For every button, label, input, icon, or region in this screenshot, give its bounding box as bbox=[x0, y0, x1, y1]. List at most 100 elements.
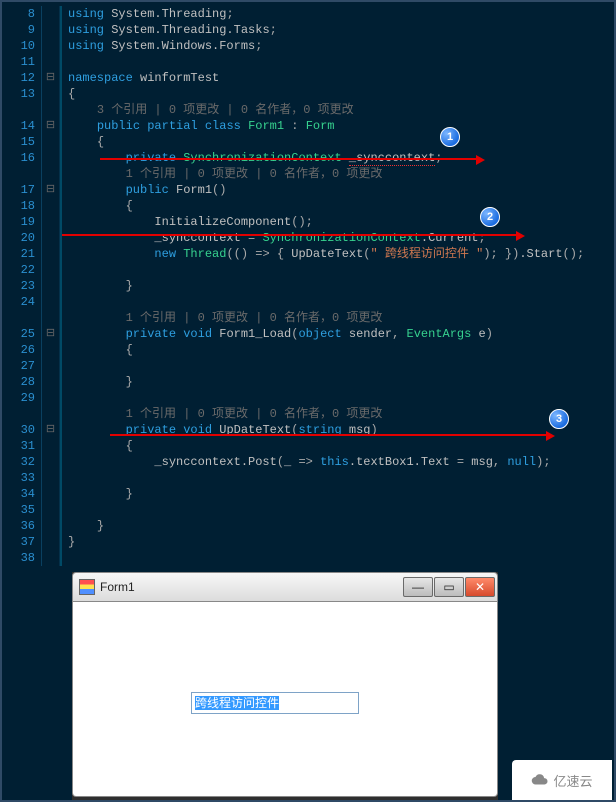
fold-gutter bbox=[42, 470, 60, 486]
line-number bbox=[2, 166, 42, 182]
line-number: 14 bbox=[2, 118, 42, 134]
code-editor: 8 using System.Threading; 9 using System.Th… bbox=[2, 2, 614, 566]
fold-gutter bbox=[42, 454, 60, 470]
fold-gutter bbox=[42, 342, 60, 358]
fold-gutter[interactable]: ⊟ bbox=[42, 326, 60, 342]
code-line[interactable] bbox=[60, 294, 614, 310]
line-number: 17 bbox=[2, 182, 42, 198]
line-number: 22 bbox=[2, 262, 42, 278]
fold-gutter bbox=[42, 486, 60, 502]
line-number: 9 bbox=[2, 22, 42, 38]
code-line[interactable]: using System.Windows.Forms; bbox=[60, 38, 614, 54]
fold-gutter bbox=[42, 134, 60, 150]
fold-gutter bbox=[42, 550, 60, 566]
fold-gutter bbox=[42, 246, 60, 262]
code-line[interactable] bbox=[60, 550, 614, 566]
code-line[interactable] bbox=[60, 358, 614, 374]
line-number: 23 bbox=[2, 278, 42, 294]
fold-gutter bbox=[42, 310, 60, 326]
annotation-arrow-2 bbox=[62, 234, 516, 236]
maximize-button[interactable]: ▭ bbox=[434, 577, 464, 597]
line-number bbox=[2, 406, 42, 422]
line-number: 29 bbox=[2, 390, 42, 406]
code-line[interactable]: 1 个引用 | 0 项更改 | 0 名作者，0 项更改 bbox=[60, 166, 614, 182]
fold-gutter[interactable]: ⊟ bbox=[42, 182, 60, 198]
textbox1-value: 跨线程访问控件 bbox=[195, 696, 279, 710]
fold-gutter[interactable]: ⊟ bbox=[42, 118, 60, 134]
fold-gutter bbox=[42, 390, 60, 406]
line-number bbox=[2, 310, 42, 326]
annotation-badge-1: 1 bbox=[440, 127, 460, 147]
code-line[interactable]: private void Form1_Load(object sender, E… bbox=[60, 326, 614, 342]
close-button[interactable]: ✕ bbox=[465, 577, 495, 597]
fold-gutter bbox=[42, 198, 60, 214]
fold-gutter bbox=[42, 358, 60, 374]
winform-titlebar[interactable]: Form1 — ▭ ✕ bbox=[72, 572, 498, 602]
code-line[interactable] bbox=[60, 54, 614, 70]
fold-gutter bbox=[42, 86, 60, 102]
fold-gutter bbox=[42, 262, 60, 278]
code-line[interactable]: using System.Threading; bbox=[60, 6, 614, 22]
fold-gutter bbox=[42, 54, 60, 70]
code-line[interactable]: 3 个引用 | 0 项更改 | 0 名作者，0 项更改 bbox=[60, 102, 614, 118]
code-line[interactable]: } bbox=[60, 534, 614, 550]
line-number: 15 bbox=[2, 134, 42, 150]
fold-gutter[interactable]: ⊟ bbox=[42, 422, 60, 438]
line-number: 35 bbox=[2, 502, 42, 518]
code-line[interactable]: } bbox=[60, 278, 614, 294]
line-number: 20 bbox=[2, 230, 42, 246]
fold-gutter[interactable]: ⊟ bbox=[42, 70, 60, 86]
line-number: 34 bbox=[2, 486, 42, 502]
fold-gutter bbox=[42, 294, 60, 310]
code-line[interactable]: new Thread(() => { UpDateText(" 跨线程访问控件 … bbox=[60, 246, 614, 262]
fold-gutter bbox=[42, 518, 60, 534]
line-number: 8 bbox=[2, 6, 42, 22]
line-number: 13 bbox=[2, 86, 42, 102]
code-line[interactable]: } bbox=[60, 486, 614, 502]
cloud-icon bbox=[531, 771, 549, 789]
line-number: 32 bbox=[2, 454, 42, 470]
annotation-badge-2: 2 bbox=[480, 207, 500, 227]
line-number: 24 bbox=[2, 294, 42, 310]
fold-gutter bbox=[42, 6, 60, 22]
line-number: 26 bbox=[2, 342, 42, 358]
code-line[interactable]: public partial class Form1 : Form bbox=[60, 118, 614, 134]
watermark: 亿速云 bbox=[512, 760, 612, 800]
code-line[interactable]: _synccontext.Post(_ => this.textBox1.Tex… bbox=[60, 454, 614, 470]
fold-gutter bbox=[42, 150, 60, 166]
fold-gutter bbox=[42, 230, 60, 246]
code-line[interactable]: { bbox=[60, 198, 614, 214]
minimize-button[interactable]: — bbox=[403, 577, 433, 597]
fold-gutter bbox=[42, 438, 60, 454]
code-line[interactable] bbox=[60, 262, 614, 278]
winform-window: Form1 — ▭ ✕ 跨线程访问控件 bbox=[72, 572, 498, 800]
fold-gutter bbox=[42, 166, 60, 182]
line-number: 37 bbox=[2, 534, 42, 550]
line-number: 10 bbox=[2, 38, 42, 54]
code-line[interactable]: { bbox=[60, 342, 614, 358]
textbox1[interactable]: 跨线程访问控件 bbox=[191, 692, 359, 714]
line-number: 11 bbox=[2, 54, 42, 70]
fold-gutter bbox=[42, 22, 60, 38]
code-line[interactable]: namespace winformTest bbox=[60, 70, 614, 86]
code-line[interactable]: { bbox=[60, 438, 614, 454]
code-line[interactable]: _synccontext = SynchronizationContext.Cu… bbox=[60, 230, 614, 246]
code-line[interactable]: } bbox=[60, 518, 614, 534]
code-line[interactable]: { bbox=[60, 86, 614, 102]
code-line[interactable]: 1 个引用 | 0 项更改 | 0 名作者，0 项更改 bbox=[60, 406, 614, 422]
code-line[interactable]: InitializeComponent(); bbox=[60, 214, 614, 230]
line-number bbox=[2, 102, 42, 118]
form-icon bbox=[79, 579, 95, 595]
code-line[interactable]: 1 个引用 | 0 项更改 | 0 名作者，0 项更改 bbox=[60, 310, 614, 326]
code-line[interactable]: } bbox=[60, 374, 614, 390]
fold-gutter bbox=[42, 214, 60, 230]
code-line[interactable]: public Form1() bbox=[60, 182, 614, 198]
code-line[interactable] bbox=[60, 470, 614, 486]
code-line[interactable]: using System.Threading.Tasks; bbox=[60, 22, 614, 38]
fold-gutter bbox=[42, 102, 60, 118]
fold-gutter bbox=[42, 534, 60, 550]
code-line[interactable] bbox=[60, 502, 614, 518]
code-line[interactable]: { bbox=[60, 134, 614, 150]
annotation-arrow-1 bbox=[100, 158, 476, 160]
code-line[interactable] bbox=[60, 390, 614, 406]
